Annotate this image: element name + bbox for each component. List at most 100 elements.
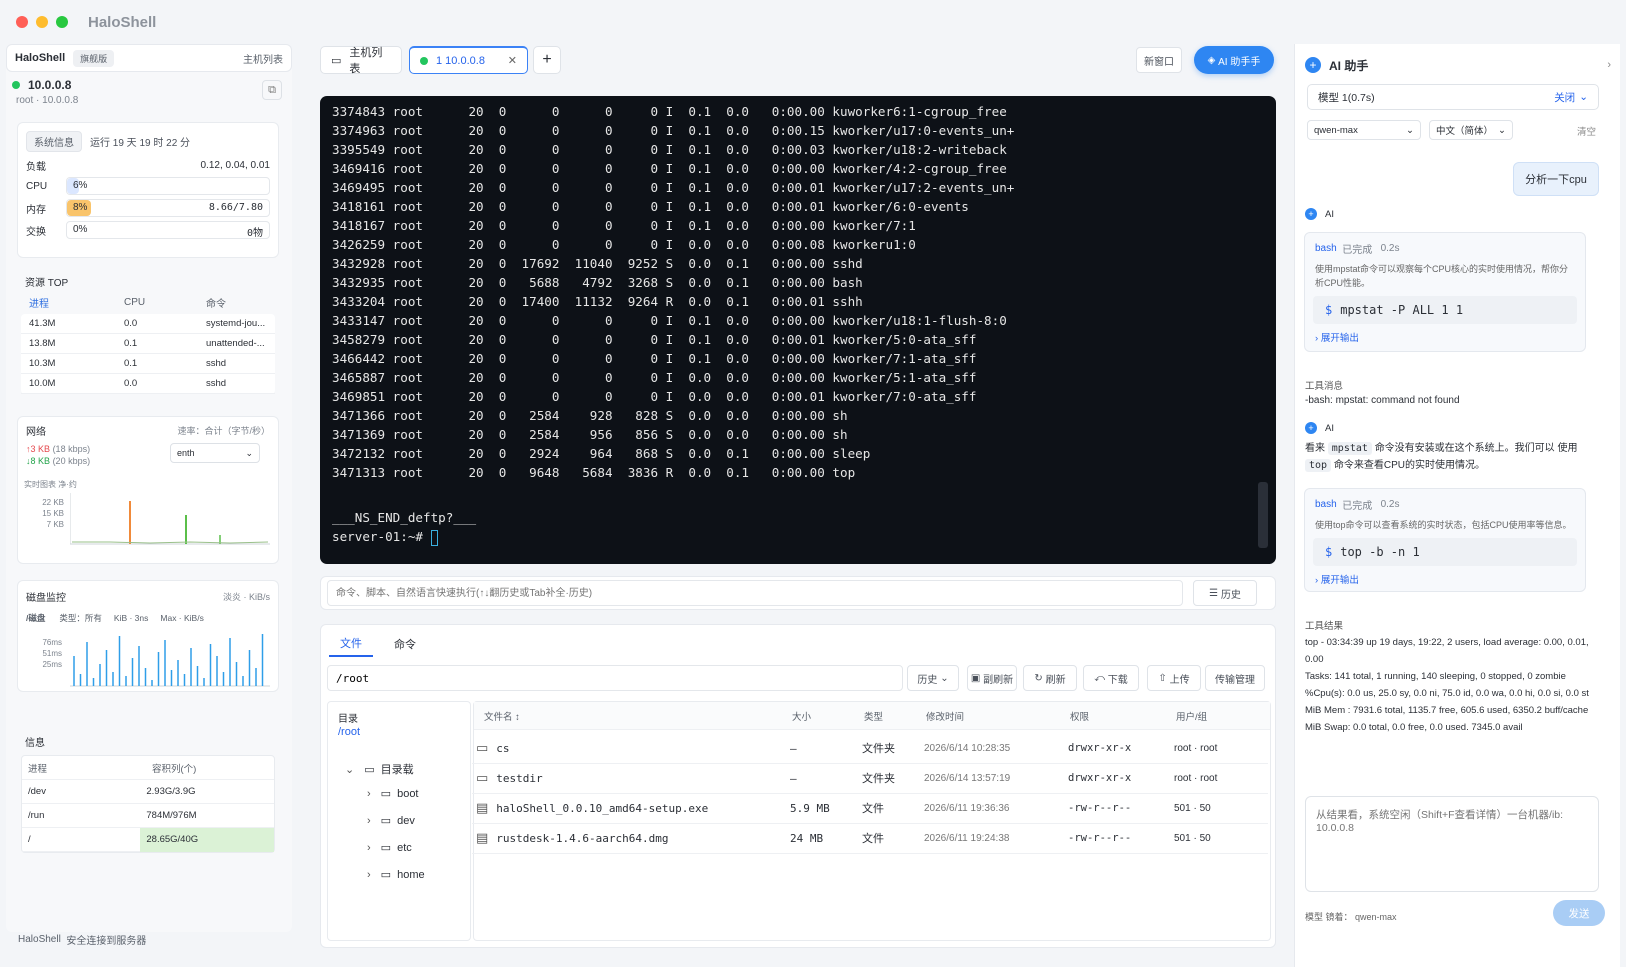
file-permission: -rw-r--r-- [1068, 802, 1132, 814]
tool-name: bash [1315, 499, 1337, 510]
history-dropdown[interactable]: 历史 ⌄ [907, 665, 959, 691]
tool-command: $ top -b -n 1 [1313, 538, 1577, 566]
upload-label: 上传 [1169, 674, 1190, 686]
col-modified[interactable]: 修改时间 [926, 709, 1070, 723]
copy-icon[interactable]: ⧉ [262, 80, 282, 100]
col-permission[interactable]: 权限 [1070, 709, 1176, 723]
tree-root-node[interactable]: ⌄ ▭ 目录载 [345, 761, 414, 777]
command-history-button[interactable]: ☰ 历史 [1193, 580, 1257, 606]
brand-label: HaloShell [15, 52, 66, 64]
dir-current-path[interactable]: /root [338, 726, 360, 738]
chevron-right-icon[interactable]: › [1607, 59, 1611, 71]
file-row[interactable]: ▤ haloShell_0.0.10_amd64-setup.exe 5.9 MB 文… [472, 793, 1268, 824]
tree-item[interactable]: › ▭ dev [367, 814, 415, 828]
tab-system-info[interactable]: 系统信息 [26, 131, 82, 152]
col-command[interactable]: 命令 [202, 295, 230, 310]
minimize-window-button[interactable] [36, 16, 48, 28]
terminal-line: 3432935 root 20 0 5688 4792 3268 S 0.0 0… [332, 275, 863, 290]
tool-message-label: 工具消息 [1305, 381, 1344, 392]
disk-title: 磁盘监控 [26, 593, 66, 604]
top-process-row[interactable]: 41.3M 0.0 systemd-jou... [21, 314, 275, 334]
tab-host-list-label: 主机列表 [349, 47, 383, 75]
tab-host-list[interactable]: ▭ 主机列表 [320, 46, 402, 75]
expand-output-link[interactable]: › 展开输出 [1305, 324, 1585, 350]
col-cpu[interactable]: CPU [120, 297, 202, 308]
col-size[interactable]: 大小 [792, 709, 864, 723]
file-row[interactable]: ▭ testdir – 文件夹 2026/6/14 13:57:19 drwxr-xr-x… [472, 763, 1268, 794]
app-title: HaloShell [88, 13, 157, 31]
disk-tab[interactable]: /磁盘 [26, 612, 45, 624]
upload-rate: (18 kbps) [52, 444, 91, 454]
send-button[interactable]: 发送 [1553, 900, 1605, 926]
terminal[interactable]: 3374843 root 20 0 0 0 0 I 0.1 0.0 0:00.0… [320, 96, 1276, 564]
host-list-link[interactable]: 主机列表 [243, 51, 283, 66]
top-process-row[interactable]: 10.0M 0.0 sshd [21, 374, 275, 394]
file-size: – [790, 771, 797, 785]
footer-status: 安全连接到服务器 [66, 936, 147, 947]
download-button[interactable]: ⤺ 下载 [1083, 665, 1139, 691]
model-select[interactable]: qwen-max ⌄ [1307, 120, 1421, 140]
tree-item-label: etc [397, 841, 412, 854]
ai-chat-input[interactable] [1305, 796, 1599, 892]
path-input[interactable] [327, 665, 903, 691]
sub-refresh-button[interactable]: ▣ 副刷新 [967, 665, 1017, 691]
maximize-window-button[interactable] [56, 16, 68, 28]
file-icon: ▤ [476, 830, 489, 845]
model-status-bar[interactable]: 模型 1(0.7s) 关闭 ⌄ [1307, 84, 1599, 110]
transfer-manager-button[interactable]: 传输管理 [1205, 665, 1265, 691]
ai-assistant-button[interactable]: ◈ AI 助手手 [1194, 46, 1274, 74]
file-row[interactable]: ▭ cs – 文件夹 2026/6/14 10:28:35 drwxr-xr-x root … [472, 733, 1268, 764]
col-filename[interactable]: 文件名 ↕ [474, 709, 792, 723]
file-type: 文件 [862, 833, 884, 845]
command-input[interactable] [327, 580, 1183, 606]
tab-files[interactable]: 文件 [329, 631, 373, 657]
load-label: 负载 [26, 162, 46, 173]
tab-commands[interactable]: 命令 [383, 631, 427, 657]
interface-select[interactable]: enth ⌄ [170, 443, 260, 463]
file-row[interactable]: ▤ rustdesk-1.4.6-aarch64.dmg 24 MB 文件 2026/6… [472, 823, 1268, 854]
chevron-down-icon: ⌄ [245, 447, 253, 458]
upload-button[interactable]: ⇧ 上传 [1147, 665, 1201, 691]
info-row: /dev 2.93G/3.9G [22, 780, 274, 804]
expand-output-label: 展开输出 [1320, 333, 1359, 344]
terminal-line: 3469495 root 20 0 0 0 0 I 0.1 0.0 0:00.0… [332, 180, 1015, 195]
close-window-button[interactable] [16, 16, 28, 28]
file-type: 文件 [862, 803, 884, 815]
expand-output-link[interactable]: › 展开输出 [1305, 566, 1585, 592]
file-owner: 501 · 50 [1174, 832, 1211, 844]
terminal-line: 3418167 root 20 0 0 0 0 I 0.1 0.0 0:00.0… [332, 218, 916, 233]
new-tab-button[interactable]: + [533, 46, 561, 74]
tree-item[interactable]: › ▭ home [367, 868, 425, 882]
resource-top-card: 资源 TOP 进程 CPU 命令 41.3M 0.0 systemd-jou... 1… [17, 266, 279, 402]
terminal-scrollbar[interactable] [1258, 482, 1268, 548]
info-col-capacity: 容积列(个) [152, 763, 197, 775]
host-addr: 10.0.0.8 [42, 95, 79, 106]
top-process-row[interactable]: 13.8M 0.1 unattended-... [21, 334, 275, 354]
top-mem-cell: 10.0M [29, 378, 56, 389]
file-name: rustdesk-1.4.6-aarch64.dmg [496, 831, 669, 845]
folder-icon: ▭ [476, 740, 489, 755]
clear-button[interactable]: 清空 [1577, 124, 1596, 138]
close-tab-icon[interactable]: ✕ [508, 54, 517, 67]
tab-session-current[interactable]: 1 10.0.0.8 ✕ [409, 46, 528, 74]
top-process-row[interactable]: 10.3M 0.1 sshd [21, 354, 275, 374]
refresh-button[interactable]: ↻ 刷新 [1023, 665, 1077, 691]
close-toggle[interactable]: 关闭 [1554, 90, 1575, 105]
top-command-cell: unattended-... [206, 338, 265, 349]
terminal-line: 3433147 root 20 0 0 0 0 I 0.1 0.0 0:00.0… [332, 313, 1007, 328]
download-unit: KB [38, 456, 51, 466]
network-title: 网络 [26, 427, 46, 438]
language-select[interactable]: 中文（简体） ⌄ [1429, 120, 1513, 140]
col-process[interactable]: 进程 [25, 295, 120, 310]
refresh-icon: ▣ [970, 672, 984, 684]
tree-root-label: 目录载 [380, 764, 414, 776]
upload-icon: ↑3 [26, 444, 36, 454]
tree-item[interactable]: › ▭ boot [367, 787, 419, 801]
info-mount: /dev [28, 786, 46, 797]
terminal-line: 3374963 root 20 0 0 0 0 I 0.1 0.0 0:00.1… [332, 123, 1015, 138]
col-owner[interactable]: 用户/组 [1176, 709, 1207, 723]
tree-item[interactable]: › ▭ etc [367, 841, 412, 855]
col-type[interactable]: 类型 [864, 709, 926, 723]
new-window-button[interactable]: 新窗口 [1136, 47, 1182, 73]
host-card[interactable]: 10.0.0.8 root · 10.0.0.8 ⧉ [12, 76, 288, 110]
